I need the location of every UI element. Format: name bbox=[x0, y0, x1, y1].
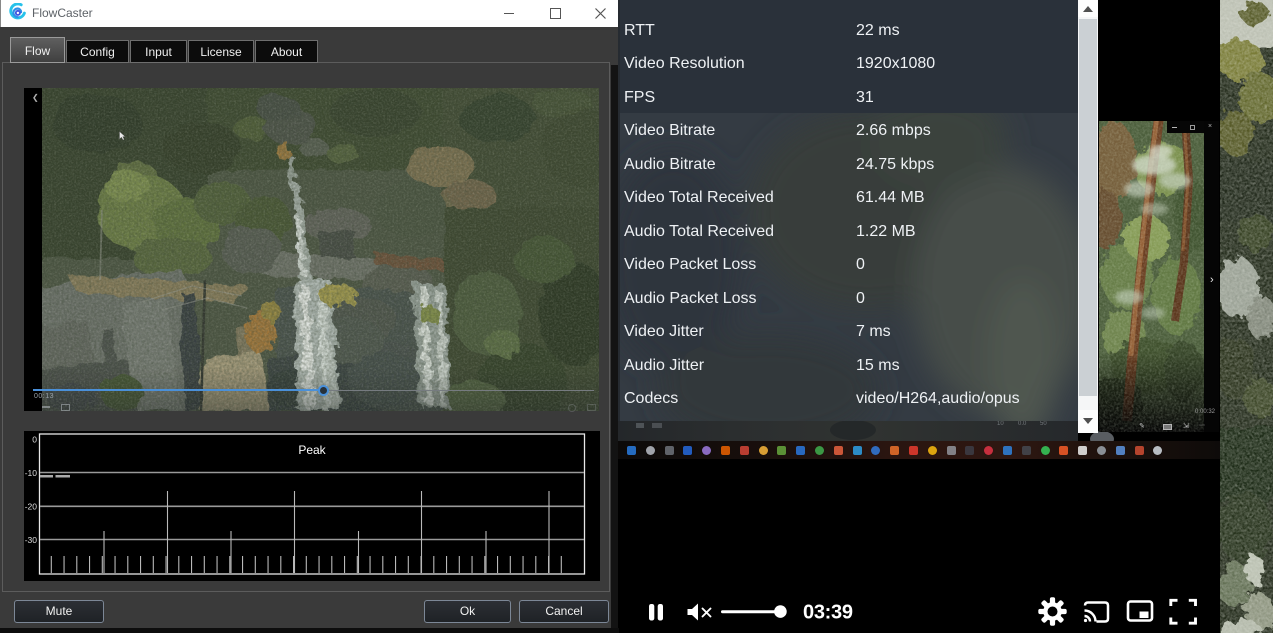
svg-text:0: 0 bbox=[32, 435, 37, 445]
svg-text:03:39: 03:39 bbox=[803, 602, 853, 624]
svg-text:-30: -30 bbox=[25, 535, 38, 545]
svg-text:Peak: Peak bbox=[298, 443, 326, 457]
svg-text:-10: -10 bbox=[25, 468, 38, 478]
svg-text:-20: -20 bbox=[25, 502, 38, 512]
